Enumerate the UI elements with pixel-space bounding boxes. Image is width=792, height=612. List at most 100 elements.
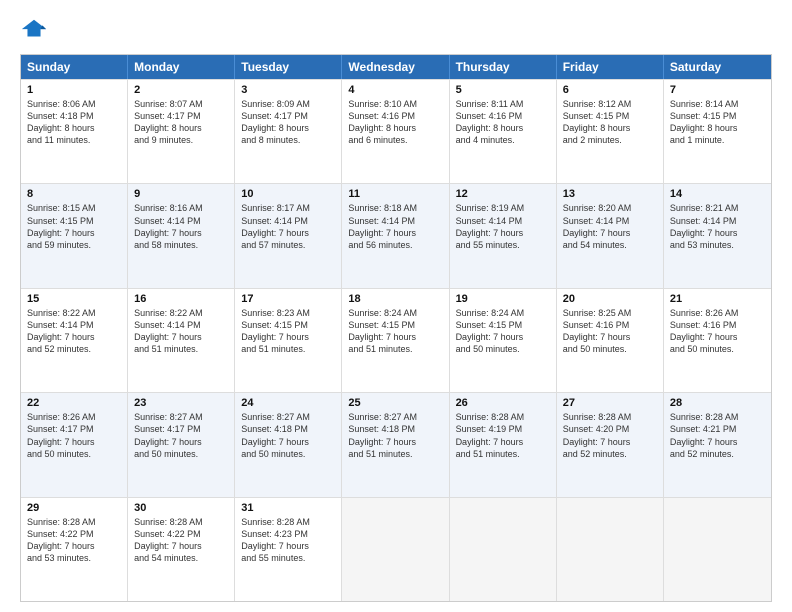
day-info: Sunrise: 8:28 AMSunset: 4:22 PMDaylight:… — [134, 516, 228, 565]
day-info: Sunrise: 8:20 AMSunset: 4:14 PMDaylight:… — [563, 202, 657, 251]
calendar-day-cell: 7 Sunrise: 8:14 AMSunset: 4:15 PMDaylight… — [664, 80, 771, 183]
day-info: Sunrise: 8:27 AMSunset: 4:17 PMDaylight:… — [134, 411, 228, 460]
calendar-day-cell: 4 Sunrise: 8:10 AMSunset: 4:16 PMDaylight… — [342, 80, 449, 183]
calendar-row: 1 Sunrise: 8:06 AMSunset: 4:18 PMDaylight… — [21, 79, 771, 183]
calendar-day-cell: 18 Sunrise: 8:24 AMSunset: 4:15 PMDayligh… — [342, 289, 449, 392]
day-info: Sunrise: 8:24 AMSunset: 4:15 PMDaylight:… — [348, 307, 442, 356]
calendar-day-cell: 17 Sunrise: 8:23 AMSunset: 4:15 PMDayligh… — [235, 289, 342, 392]
calendar-row: 29 Sunrise: 8:28 AMSunset: 4:22 PMDayligh… — [21, 497, 771, 601]
day-info: Sunrise: 8:18 AMSunset: 4:14 PMDaylight:… — [348, 202, 442, 251]
day-number: 22 — [27, 397, 121, 409]
calendar-day-cell: 16 Sunrise: 8:22 AMSunset: 4:14 PMDayligh… — [128, 289, 235, 392]
calendar-day-cell: 1 Sunrise: 8:06 AMSunset: 4:18 PMDaylight… — [21, 80, 128, 183]
day-number: 5 — [456, 84, 550, 96]
day-number: 6 — [563, 84, 657, 96]
calendar-day-cell: 23 Sunrise: 8:27 AMSunset: 4:17 PMDayligh… — [128, 393, 235, 496]
day-info: Sunrise: 8:06 AMSunset: 4:18 PMDaylight:… — [27, 98, 121, 147]
day-number: 12 — [456, 188, 550, 200]
calendar-empty-cell — [664, 498, 771, 601]
calendar-empty-cell — [450, 498, 557, 601]
day-info: Sunrise: 8:28 AMSunset: 4:21 PMDaylight:… — [670, 411, 765, 460]
day-info: Sunrise: 8:26 AMSunset: 4:16 PMDaylight:… — [670, 307, 765, 356]
calendar-day-cell: 8 Sunrise: 8:15 AMSunset: 4:15 PMDaylight… — [21, 184, 128, 287]
calendar-day-cell: 20Sunrise: 8:25 AMSunset: 4:16 PMDayligh… — [557, 289, 664, 392]
day-info: Sunrise: 8:16 AMSunset: 4:14 PMDaylight:… — [134, 202, 228, 251]
day-number: 30 — [134, 502, 228, 514]
day-info: Sunrise: 8:15 AMSunset: 4:15 PMDaylight:… — [27, 202, 121, 251]
calendar-empty-cell — [342, 498, 449, 601]
weekday-header: Wednesday — [342, 55, 449, 79]
day-info: Sunrise: 8:07 AMSunset: 4:17 PMDaylight:… — [134, 98, 228, 147]
day-info: Sunrise: 8:22 AMSunset: 4:14 PMDaylight:… — [134, 307, 228, 356]
weekday-header: Tuesday — [235, 55, 342, 79]
day-number: 23 — [134, 397, 228, 409]
calendar-day-cell: 30 Sunrise: 8:28 AMSunset: 4:22 PMDayligh… — [128, 498, 235, 601]
day-number: 29 — [27, 502, 121, 514]
day-number: 2 — [134, 84, 228, 96]
day-info: Sunrise: 8:14 AMSunset: 4:15 PMDaylight:… — [670, 98, 765, 147]
calendar-empty-cell — [557, 498, 664, 601]
day-number: 31 — [241, 502, 335, 514]
calendar-day-cell: 3 Sunrise: 8:09 AMSunset: 4:17 PMDaylight… — [235, 80, 342, 183]
calendar-day-cell: 21Sunrise: 8:26 AMSunset: 4:16 PMDayligh… — [664, 289, 771, 392]
day-number: 1 — [27, 84, 121, 96]
day-info: Sunrise: 8:24 AMSunset: 4:15 PMDaylight:… — [456, 307, 550, 356]
day-info: Sunrise: 8:23 AMSunset: 4:15 PMDaylight:… — [241, 307, 335, 356]
day-info: Sunrise: 8:21 AMSunset: 4:14 PMDaylight:… — [670, 202, 765, 251]
day-info: Sunrise: 8:22 AMSunset: 4:14 PMDaylight:… — [27, 307, 121, 356]
day-number: 18 — [348, 293, 442, 305]
weekday-header: Monday — [128, 55, 235, 79]
calendar-day-cell: 19 Sunrise: 8:24 AMSunset: 4:15 PMDayligh… — [450, 289, 557, 392]
day-info: Sunrise: 8:10 AMSunset: 4:16 PMDaylight:… — [348, 98, 442, 147]
day-number: 16 — [134, 293, 228, 305]
logo-icon — [20, 16, 48, 44]
weekday-header: Sunday — [21, 55, 128, 79]
calendar-day-cell: 9Sunrise: 8:16 AMSunset: 4:14 PMDaylight… — [128, 184, 235, 287]
day-number: 25 — [348, 397, 442, 409]
day-info: Sunrise: 8:11 AMSunset: 4:16 PMDaylight:… — [456, 98, 550, 147]
day-info: Sunrise: 8:28 AMSunset: 4:20 PMDaylight:… — [563, 411, 657, 460]
day-number: 20 — [563, 293, 657, 305]
day-number: 8 — [27, 188, 121, 200]
day-number: 3 — [241, 84, 335, 96]
day-number: 17 — [241, 293, 335, 305]
calendar-day-cell: 31 Sunrise: 8:28 AMSunset: 4:23 PMDayligh… — [235, 498, 342, 601]
day-number: 4 — [348, 84, 442, 96]
day-number: 7 — [670, 84, 765, 96]
calendar-day-cell: 15Sunrise: 8:22 AMSunset: 4:14 PMDayligh… — [21, 289, 128, 392]
calendar-day-cell: 24Sunrise: 8:27 AMSunset: 4:18 PMDayligh… — [235, 393, 342, 496]
calendar-day-cell: 12 Sunrise: 8:19 AMSunset: 4:14 PMDayligh… — [450, 184, 557, 287]
calendar-day-cell: 28 Sunrise: 8:28 AMSunset: 4:21 PMDayligh… — [664, 393, 771, 496]
day-info: Sunrise: 8:28 AMSunset: 4:22 PMDaylight:… — [27, 516, 121, 565]
calendar-row: 22Sunrise: 8:26 AMSunset: 4:17 PMDayligh… — [21, 392, 771, 496]
day-info: Sunrise: 8:27 AMSunset: 4:18 PMDaylight:… — [348, 411, 442, 460]
day-info: Sunrise: 8:19 AMSunset: 4:14 PMDaylight:… — [456, 202, 550, 251]
page: SundayMondayTuesdayWednesdayThursdayFrid… — [0, 0, 792, 612]
day-number: 13 — [563, 188, 657, 200]
day-info: Sunrise: 8:09 AMSunset: 4:17 PMDaylight:… — [241, 98, 335, 147]
day-info: Sunrise: 8:27 AMSunset: 4:18 PMDaylight:… — [241, 411, 335, 460]
day-info: Sunrise: 8:28 AMSunset: 4:23 PMDaylight:… — [241, 516, 335, 565]
calendar-day-cell: 5 Sunrise: 8:11 AMSunset: 4:16 PMDaylight… — [450, 80, 557, 183]
calendar-body: 1 Sunrise: 8:06 AMSunset: 4:18 PMDaylight… — [21, 79, 771, 601]
day-number: 11 — [348, 188, 442, 200]
day-number: 27 — [563, 397, 657, 409]
calendar-day-cell: 6 Sunrise: 8:12 AMSunset: 4:15 PMDaylight… — [557, 80, 664, 183]
day-number: 28 — [670, 397, 765, 409]
calendar-header: SundayMondayTuesdayWednesdayThursdayFrid… — [21, 55, 771, 79]
weekday-header: Saturday — [664, 55, 771, 79]
day-number: 26 — [456, 397, 550, 409]
calendar-day-cell: 22Sunrise: 8:26 AMSunset: 4:17 PMDayligh… — [21, 393, 128, 496]
header — [20, 16, 772, 44]
calendar-day-cell: 13 Sunrise: 8:20 AMSunset: 4:14 PMDayligh… — [557, 184, 664, 287]
day-info: Sunrise: 8:12 AMSunset: 4:15 PMDaylight:… — [563, 98, 657, 147]
weekday-header: Thursday — [450, 55, 557, 79]
day-number: 14 — [670, 188, 765, 200]
calendar-day-cell: 10Sunrise: 8:17 AMSunset: 4:14 PMDayligh… — [235, 184, 342, 287]
logo — [20, 16, 52, 44]
day-number: 10 — [241, 188, 335, 200]
day-number: 19 — [456, 293, 550, 305]
calendar-day-cell: 11 Sunrise: 8:18 AMSunset: 4:14 PMDayligh… — [342, 184, 449, 287]
calendar-day-cell: 25 Sunrise: 8:27 AMSunset: 4:18 PMDayligh… — [342, 393, 449, 496]
day-info: Sunrise: 8:28 AMSunset: 4:19 PMDaylight:… — [456, 411, 550, 460]
